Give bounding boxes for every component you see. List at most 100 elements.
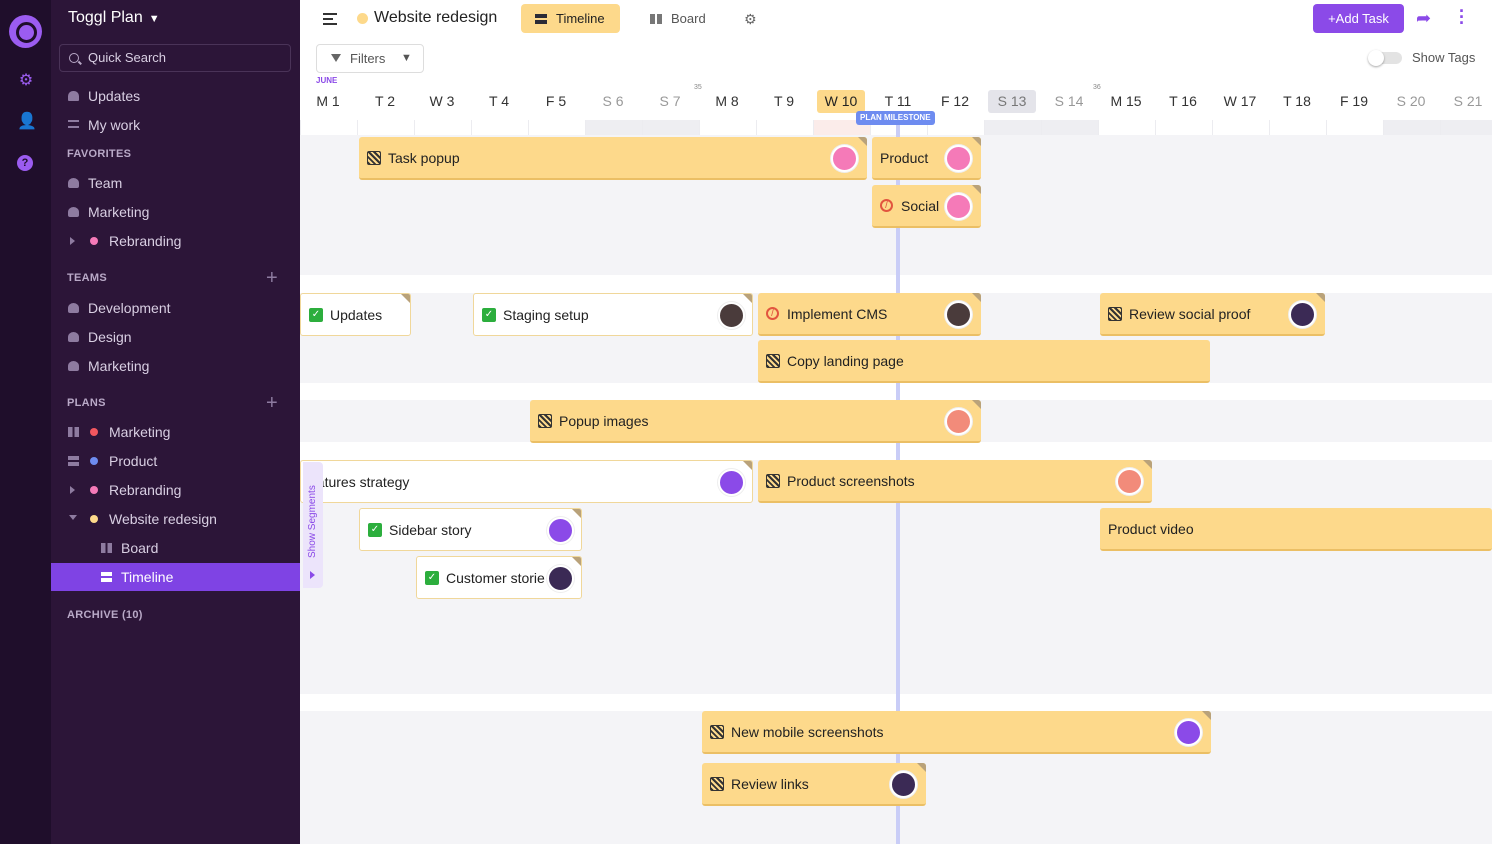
in-progress-icon xyxy=(766,474,780,488)
task-bar[interactable]: Product xyxy=(872,137,981,180)
quick-search-label: Quick Search xyxy=(88,50,167,65)
avatar[interactable] xyxy=(945,408,972,435)
task-bar[interactable]: Review links xyxy=(702,763,926,806)
archive-link[interactable]: ARCHIVE (10) xyxy=(67,609,143,621)
avatar[interactable] xyxy=(945,145,972,172)
sidebar-item-updates[interactable]: Updates xyxy=(51,82,300,110)
chevron-right-icon[interactable] xyxy=(70,237,75,245)
sidebar-subitem-timeline[interactable]: Timeline xyxy=(51,563,300,591)
toggl-logo-icon[interactable] xyxy=(9,15,42,48)
day-header: M 15 xyxy=(1110,93,1142,109)
add-task-button[interactable]: +Add Task xyxy=(1313,4,1404,33)
task-label: Popup images xyxy=(559,413,649,429)
filters-button[interactable]: Filters ▼ xyxy=(316,44,424,73)
bell-icon xyxy=(68,91,79,101)
task-bar[interactable]: Product screenshots xyxy=(758,460,1152,503)
task-bar[interactable]: Copy landing page xyxy=(758,340,1210,383)
add-plan-icon[interactable]: + xyxy=(266,393,278,413)
avatar[interactable] xyxy=(1289,301,1316,328)
sidebar-item-label: Development xyxy=(88,300,171,316)
task-bar[interactable]: Review social proof xyxy=(1100,293,1325,336)
task-label: Review social proof xyxy=(1129,306,1251,322)
add-team-icon[interactable]: + xyxy=(266,268,278,288)
checkmark-icon: ✓ xyxy=(482,308,496,322)
in-progress-icon xyxy=(710,777,724,791)
board-icon xyxy=(650,14,662,24)
task-bar[interactable]: / Implement CMS xyxy=(758,293,981,336)
avatar[interactable] xyxy=(1116,468,1143,495)
workspace-switcher[interactable]: Toggl Plan ▼ xyxy=(68,9,160,27)
more-vertical-icon[interactable]: · · · xyxy=(1458,2,1466,32)
sidebar-item-marketing[interactable]: Marketing xyxy=(51,198,300,226)
task-bar[interactable]: ✓ Updates xyxy=(300,293,411,336)
sidebar-item-design[interactable]: Design xyxy=(51,323,300,351)
teams-heading: TEAMS xyxy=(67,272,107,284)
sidebar-item-plan-rebranding[interactable]: Rebranding xyxy=(51,476,300,504)
share-icon[interactable]: ➦ xyxy=(1416,8,1431,29)
task-label: Customer storie xyxy=(446,570,545,586)
chevron-down-icon[interactable] xyxy=(69,515,77,520)
day-header: F 19 xyxy=(1339,93,1368,109)
sidebar-item-plan-website-redesign[interactable]: Website redesign xyxy=(51,505,300,533)
sidebar-item-rebranding[interactable]: Rebranding xyxy=(51,227,300,255)
task-bar[interactable]: Product video xyxy=(1100,508,1492,551)
help-icon[interactable]: ? xyxy=(17,155,33,171)
quick-search[interactable]: Quick Search xyxy=(59,44,291,72)
timeline-icon xyxy=(101,572,112,582)
plan-milestone-badge[interactable]: PLAN MILESTONE xyxy=(856,111,935,125)
day-header: W 3 xyxy=(429,93,455,109)
sidebar-item-team[interactable]: Team xyxy=(51,169,300,197)
sidebar-item-plan-product[interactable]: Product xyxy=(51,447,300,475)
avatar[interactable] xyxy=(890,771,917,798)
menu-icon[interactable] xyxy=(323,13,337,25)
avatar[interactable] xyxy=(718,469,745,496)
sidebar-item-my-work[interactable]: My work xyxy=(51,111,300,139)
task-bar[interactable]: / Social xyxy=(872,185,981,228)
tab-board[interactable]: Board xyxy=(636,4,718,33)
task-corner-fold xyxy=(858,137,867,146)
avatar[interactable] xyxy=(547,517,574,544)
avatar[interactable] xyxy=(945,193,972,220)
tab-label: Board xyxy=(671,11,706,26)
plan-color-dot xyxy=(90,428,98,436)
plan-color-dot xyxy=(90,457,98,465)
show-tags-toggle[interactable] xyxy=(1368,50,1402,66)
tab-timeline[interactable]: Timeline xyxy=(521,4,620,33)
task-corner-fold xyxy=(401,294,410,303)
task-label: New mobile screenshots xyxy=(731,724,884,740)
sidebar-item-development[interactable]: Development xyxy=(51,294,300,322)
task-bar[interactable]: ✓ Customer storie xyxy=(416,556,582,599)
avatar[interactable] xyxy=(547,565,574,592)
task-label: Updates xyxy=(330,307,383,323)
task-bar[interactable]: ✓ Sidebar story xyxy=(359,508,582,551)
task-bar[interactable]: Popup images xyxy=(530,400,981,443)
avatar[interactable] xyxy=(831,145,858,172)
task-bar[interactable]: eatures strategy xyxy=(300,460,753,503)
gear-icon[interactable]: ⚙ xyxy=(17,72,35,90)
day-header: S 13 xyxy=(988,90,1036,113)
sidebar-item-team-marketing[interactable]: Marketing xyxy=(51,352,300,380)
sidebar-item-label: Design xyxy=(88,329,132,345)
task-bar[interactable]: Task popup xyxy=(359,137,867,180)
task-label: Product video xyxy=(1108,521,1194,537)
day-header: W 10 xyxy=(817,90,865,113)
task-bar[interactable]: ✓ Staging setup xyxy=(473,293,753,336)
avatar[interactable] xyxy=(1175,719,1202,746)
day-header: S 7 xyxy=(659,93,681,109)
sidebar-item-plan-marketing[interactable]: Marketing xyxy=(51,418,300,446)
sidebar-item-label: My work xyxy=(88,117,141,133)
show-segments-tab[interactable]: Show Segments xyxy=(303,462,323,588)
people-icon[interactable]: 👤 xyxy=(17,113,37,131)
favorites-heading: FAVORITES xyxy=(67,148,132,160)
day-header: T 16 xyxy=(1169,93,1197,109)
task-label: Implement CMS xyxy=(787,306,888,322)
settings-sliders-icon[interactable]: ⚙ xyxy=(744,11,757,28)
avatar[interactable] xyxy=(718,302,745,329)
show-segments-label: Show Segments xyxy=(307,485,318,558)
sidebar-item-label: Marketing xyxy=(109,424,171,440)
sidebar-subitem-board[interactable]: Board xyxy=(51,534,300,562)
avatar[interactable] xyxy=(945,301,972,328)
task-bar[interactable]: New mobile screenshots xyxy=(702,711,1211,754)
chevron-right-icon[interactable] xyxy=(70,486,75,494)
checkmark-icon: ✓ xyxy=(309,308,323,322)
